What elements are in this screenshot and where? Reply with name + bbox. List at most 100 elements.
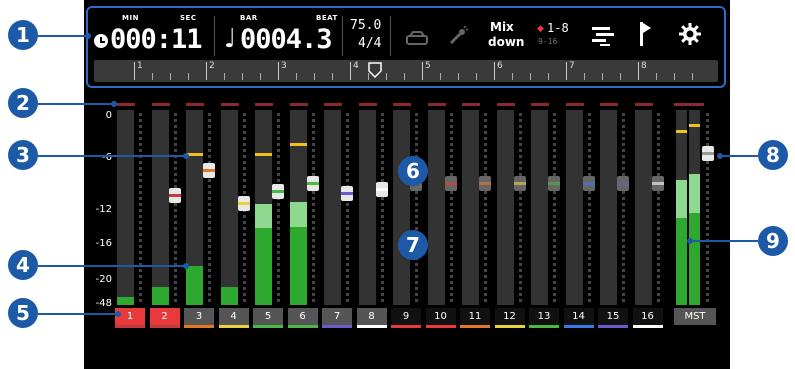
callout-number-3: 3 bbox=[8, 140, 38, 170]
peak-indicator bbox=[358, 103, 377, 106]
ruler-beat-tick bbox=[602, 73, 603, 80]
level-meter bbox=[531, 110, 548, 305]
fader-knob[interactable] bbox=[444, 176, 457, 191]
level-fill-high bbox=[289, 202, 307, 227]
tempo-value[interactable]: 75.0 bbox=[350, 18, 381, 33]
time-counter[interactable]: 000:11 bbox=[110, 26, 203, 53]
channel-label-10[interactable]: 10 bbox=[425, 308, 456, 325]
channel-color-bar bbox=[115, 325, 145, 328]
ruler-bar-tick bbox=[638, 62, 639, 80]
ruler-beat-tick bbox=[620, 73, 621, 80]
fader-knob-stripe bbox=[444, 182, 457, 185]
fader-knob-stripe bbox=[617, 182, 629, 185]
fader-track bbox=[518, 110, 522, 305]
marker-icon[interactable] bbox=[638, 22, 652, 46]
fader-track bbox=[346, 110, 349, 305]
bar-counter[interactable]: 0004.3 bbox=[240, 26, 333, 53]
ruler-beat-tick bbox=[188, 73, 189, 80]
channel-color-bar bbox=[563, 325, 594, 328]
ruler-bar-tick bbox=[566, 62, 567, 80]
level-fill bbox=[117, 297, 134, 305]
channel-label-6[interactable]: 6 bbox=[287, 308, 318, 325]
settings-gear-icon[interactable] bbox=[678, 22, 702, 46]
peak-indicator bbox=[151, 103, 170, 106]
peak-indicator bbox=[289, 103, 308, 106]
fader-knob[interactable] bbox=[548, 176, 560, 191]
note-icon: ♩ bbox=[224, 24, 237, 54]
channel-label-5[interactable]: 5 bbox=[253, 308, 283, 325]
ruler-bar-tick bbox=[422, 62, 423, 80]
ruler-beat-tick bbox=[674, 73, 675, 80]
fader-knob[interactable] bbox=[582, 176, 595, 191]
track-group-top[interactable]: 1-8 bbox=[547, 21, 569, 35]
callout-number-6: 6 bbox=[398, 156, 428, 186]
mixdown-label-line2[interactable]: down bbox=[488, 35, 524, 49]
fader-knob[interactable] bbox=[375, 182, 388, 197]
db-scale-label: -6 bbox=[102, 152, 112, 163]
effect-icon[interactable] bbox=[448, 25, 469, 46]
fader-knob[interactable] bbox=[203, 163, 215, 178]
channel-label-2[interactable]: 2 bbox=[149, 308, 180, 325]
ruler-beat-tick bbox=[584, 73, 585, 80]
playhead-marker[interactable] bbox=[368, 62, 382, 79]
fader-knob[interactable] bbox=[306, 176, 319, 191]
ruler-beat-tick bbox=[530, 73, 531, 80]
fader-knob[interactable] bbox=[513, 176, 526, 191]
channel-label-12[interactable]: 12 bbox=[494, 308, 525, 325]
channel-label-7[interactable]: 7 bbox=[322, 308, 352, 325]
min-label: MIN bbox=[122, 14, 139, 22]
callout-leader-line bbox=[38, 103, 114, 105]
ruler-beat-tick bbox=[152, 73, 153, 80]
master-fader-knob[interactable] bbox=[702, 146, 714, 161]
level-fill bbox=[151, 287, 169, 305]
peak-indicator bbox=[186, 103, 204, 106]
channel-label-14[interactable]: 14 bbox=[563, 308, 594, 325]
fader-knob[interactable] bbox=[341, 186, 353, 201]
ruler-bar-number: 3 bbox=[281, 61, 287, 71]
fader-track bbox=[173, 110, 177, 305]
callout-leader-dot bbox=[687, 238, 693, 244]
mixer-view-icon[interactable] bbox=[592, 24, 614, 46]
project-icon[interactable] bbox=[406, 30, 428, 45]
fader-knob-stripe bbox=[513, 182, 526, 185]
fader-knob[interactable] bbox=[617, 176, 629, 191]
channel-color-bar bbox=[149, 325, 180, 328]
callout-number-1: 1 bbox=[8, 20, 38, 50]
ruler-bar-number: 2 bbox=[209, 61, 215, 71]
channel-label-16[interactable]: 16 bbox=[632, 308, 663, 325]
channel-label-4[interactable]: 4 bbox=[218, 308, 249, 325]
ruler-bar-number: 6 bbox=[497, 61, 503, 71]
callout-number-9: 9 bbox=[758, 226, 788, 256]
peak-hold-marker bbox=[255, 153, 272, 156]
mixdown-label-line1[interactable]: Mix bbox=[490, 20, 514, 34]
level-meter bbox=[634, 110, 652, 305]
master-label[interactable]: MST bbox=[674, 308, 716, 325]
fader-knob[interactable] bbox=[272, 184, 284, 199]
divider bbox=[390, 16, 391, 56]
ruler-beat-tick bbox=[332, 73, 333, 80]
callout-number-7: 7 bbox=[398, 230, 428, 260]
channel-label-8[interactable]: 8 bbox=[356, 308, 387, 325]
ruler-beat-tick bbox=[440, 73, 441, 80]
fader-track bbox=[277, 110, 280, 305]
fader-track bbox=[139, 110, 142, 305]
channel-label-13[interactable]: 13 bbox=[529, 308, 559, 325]
ruler-bar-tick bbox=[350, 62, 351, 80]
channel-color-bar bbox=[494, 325, 525, 328]
timeline-ruler[interactable]: 1 2 3 4 5 6 7 8 bbox=[94, 60, 718, 82]
channel-label-15[interactable]: 15 bbox=[598, 308, 628, 325]
fader-knob[interactable] bbox=[479, 176, 491, 191]
ruler-beat-tick bbox=[260, 73, 261, 80]
channel-label-9[interactable]: 9 bbox=[391, 308, 421, 325]
fader-knob-stripe bbox=[479, 182, 491, 185]
callout-number-5: 5 bbox=[8, 298, 38, 328]
track-group-bottom[interactable]: 9-16 bbox=[538, 37, 557, 46]
fader-knob[interactable] bbox=[237, 196, 250, 211]
channel-color-bar bbox=[287, 325, 318, 328]
peak-indicator bbox=[531, 103, 549, 106]
fader-knob[interactable] bbox=[168, 188, 181, 203]
channel-label-3[interactable]: 3 bbox=[184, 308, 214, 325]
channel-label-11[interactable]: 11 bbox=[460, 308, 490, 325]
fader-knob[interactable] bbox=[651, 176, 664, 191]
time-signature[interactable]: 4/4 bbox=[358, 36, 381, 51]
